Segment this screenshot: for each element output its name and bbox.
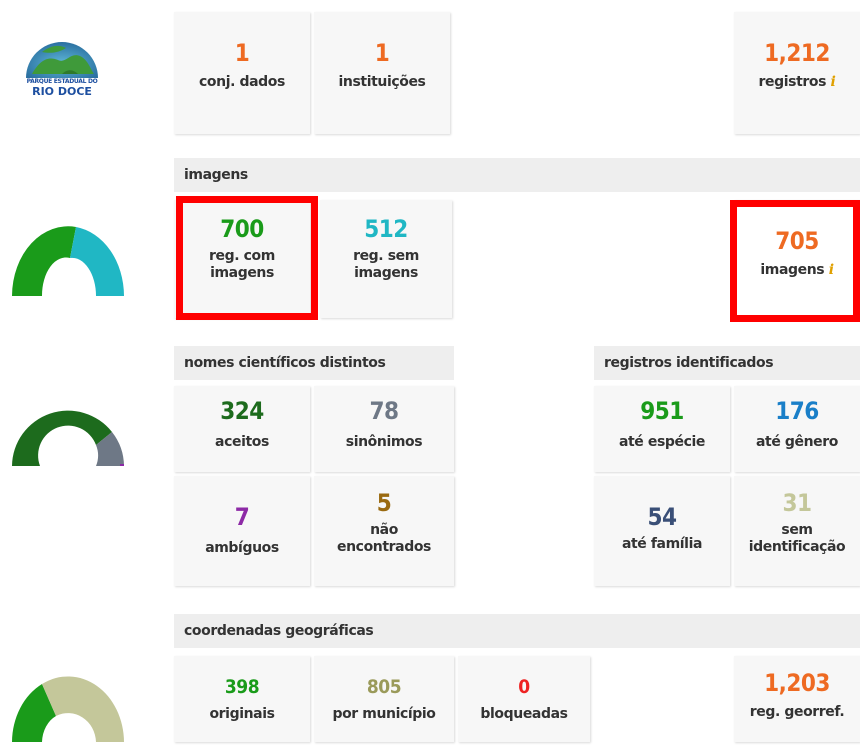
without-images-label-1: reg. sem	[353, 248, 419, 264]
identified-section-title: registros identificados	[594, 346, 860, 380]
not-found-count: 5	[376, 489, 392, 517]
family-label: até família	[621, 536, 703, 552]
datasets-card[interactable]: 1 conj. dados	[174, 12, 310, 134]
family-count: 54	[647, 503, 677, 531]
original-coords-label: originais	[209, 706, 275, 722]
synonyms-card[interactable]: 78 sinônimos	[314, 386, 454, 472]
municipality-coords-count: 805	[366, 676, 402, 698]
records-label: registros	[758, 74, 827, 90]
without-images-count: 512	[364, 215, 408, 243]
park-logo: PARQUE ESTADUAL DO RIO DOCE	[18, 30, 106, 110]
synonyms-label: sinônimos	[345, 434, 423, 450]
not-found-label-1: não	[370, 522, 398, 538]
genus-count: 176	[775, 397, 819, 425]
without-images-card[interactable]: 512 reg. sem imagens	[320, 200, 452, 318]
highlight-box	[176, 196, 318, 320]
ambiguous-label: ambíguos	[205, 540, 279, 556]
institutions-card[interactable]: 1 instituições	[314, 12, 450, 134]
genus-card[interactable]: 176 até gênero	[734, 386, 860, 472]
datasets-label: conj. dados	[199, 74, 285, 90]
institutions-count: 1	[374, 39, 390, 67]
species-card[interactable]: 951 até espécie	[594, 386, 730, 472]
blocked-coords-label: bloqueadas	[480, 706, 568, 722]
globe-icon	[26, 42, 98, 78]
images-section-title: imagens	[174, 158, 860, 192]
coords-section-title: coordenadas geográficas	[174, 614, 860, 648]
records-count: 1,212	[764, 39, 830, 67]
georeferenced-card[interactable]: 1,203 reg. georref.	[734, 656, 860, 742]
municipality-coords-card[interactable]: 805 por município	[314, 656, 454, 742]
unidentified-card[interactable]: 31 sem identificação	[734, 476, 860, 586]
accepted-label: aceitos	[215, 434, 269, 450]
unidentified-count: 31	[782, 489, 812, 517]
species-count: 951	[640, 397, 684, 425]
logo-line-2: RIO DOCE	[32, 85, 92, 98]
images-gauge	[12, 226, 124, 296]
not-found-label-2: encontrados	[337, 539, 431, 555]
names-section-title: nomes científicos distintos	[174, 346, 454, 380]
highlight-box	[730, 200, 860, 322]
not-found-card[interactable]: 5 não encontrados	[314, 476, 454, 586]
unidentified-label-1: sem	[781, 522, 813, 538]
accepted-count: 324	[220, 397, 264, 425]
info-icon[interactable]: i	[831, 74, 836, 90]
municipality-coords-label: por município	[332, 706, 436, 722]
blocked-coords-count: 0	[518, 676, 530, 698]
original-coords-count: 398	[224, 676, 260, 698]
institutions-label: instituições	[338, 74, 426, 90]
datasets-count: 1	[234, 39, 250, 67]
genus-label: até gênero	[755, 434, 838, 450]
original-coords-card[interactable]: 398 originais	[174, 656, 310, 742]
blocked-coords-card[interactable]: 0 bloqueadas	[458, 656, 590, 742]
georeferenced-count: 1,203	[764, 669, 830, 697]
ambiguous-count: 7	[234, 503, 250, 531]
unidentified-label-2: identificação	[748, 539, 846, 555]
without-images-label-2: imagens	[354, 265, 418, 281]
georeferenced-label: reg. georref.	[749, 704, 845, 720]
names-gauge	[12, 410, 124, 466]
accepted-card[interactable]: 324 aceitos	[174, 386, 310, 472]
coords-gauge	[12, 676, 124, 742]
family-card[interactable]: 54 até família	[594, 476, 730, 586]
logo-line-1: PARQUE ESTADUAL DO	[26, 78, 98, 85]
species-label: até espécie	[618, 434, 706, 450]
ambiguous-card[interactable]: 7 ambíguos	[174, 476, 310, 586]
synonyms-count: 78	[369, 397, 399, 425]
records-card[interactable]: 1,212 registros i	[734, 12, 860, 134]
